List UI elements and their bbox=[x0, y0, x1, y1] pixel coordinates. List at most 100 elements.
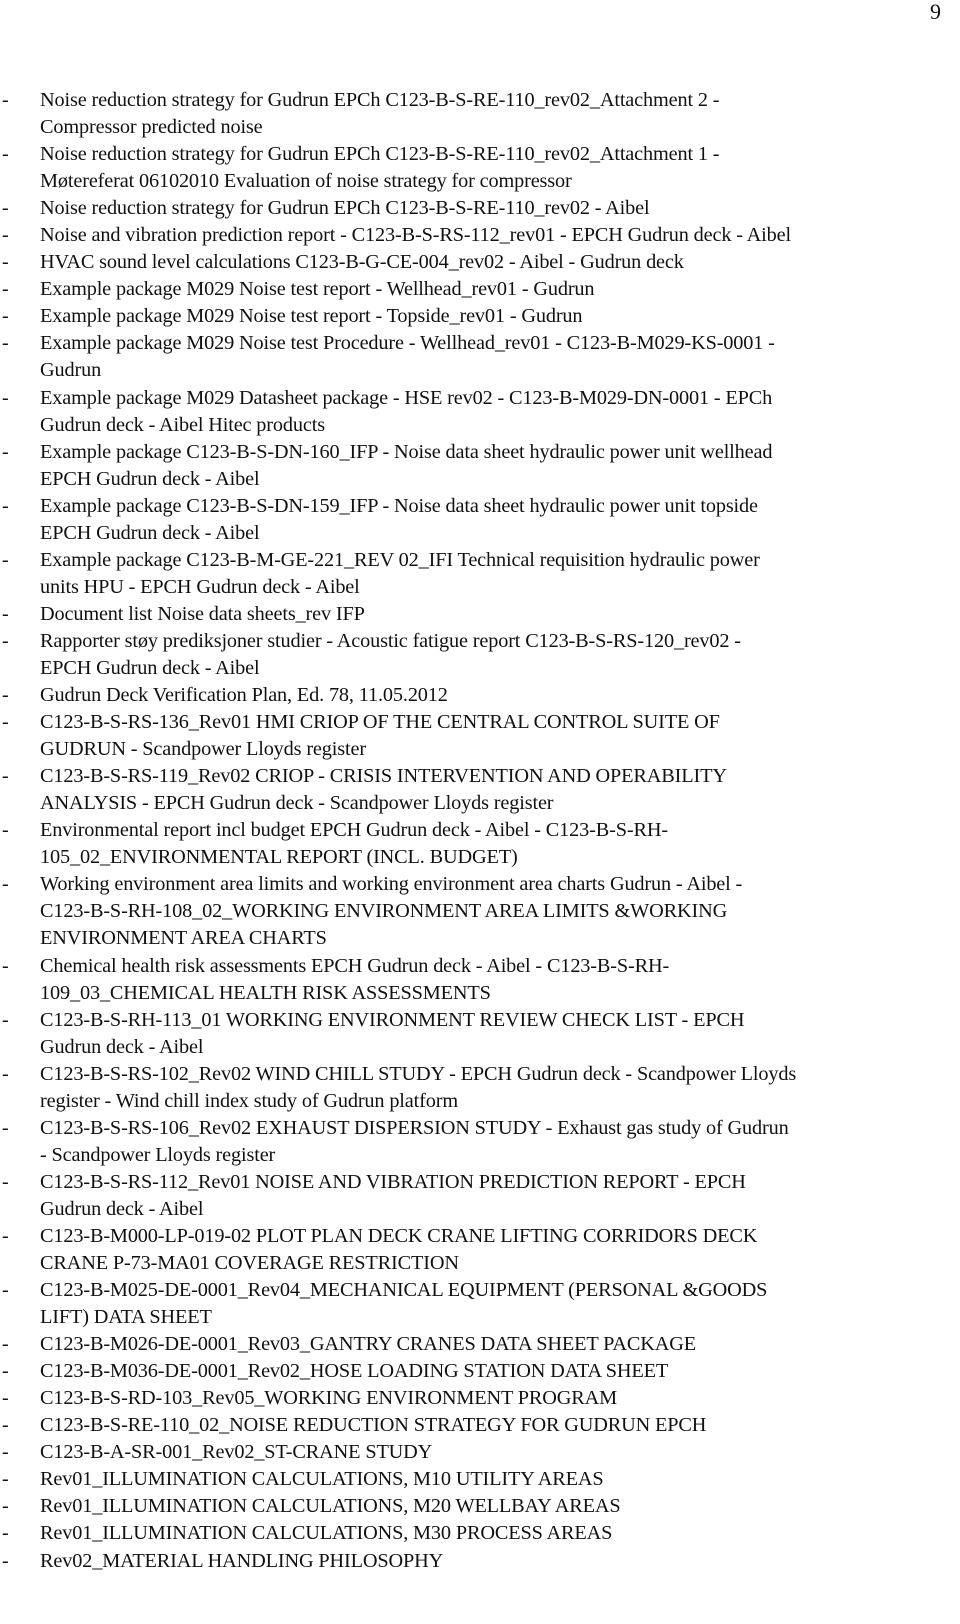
list-item-text-line: Møtereferat 06102010 Evaluation of noise… bbox=[40, 170, 572, 193]
list-item: - Example package C123-B-S-DN-159_IFP - N… bbox=[0, 493, 960, 547]
list-bullet-dash: - bbox=[2, 873, 9, 896]
list-item-text-line: C123-B-S-RS-106_Rev02 EXHAUST DISPERSION… bbox=[40, 1116, 789, 1139]
list-item: - C123-B-S-RS-106_Rev02 EXHAUST DISPERSIO… bbox=[0, 1115, 960, 1169]
list-item-text-line: Rapporter støy prediksjoner studier - Ac… bbox=[40, 629, 741, 652]
list-item-text-line: Gudrun deck - Aibel bbox=[40, 1035, 204, 1058]
list-bullet-dash: - bbox=[2, 954, 9, 977]
list-bullet-dash: - bbox=[2, 251, 9, 274]
list-item-text-line: 109_03_CHEMICAL HEALTH RISK ASSESSMENTS bbox=[40, 981, 491, 1004]
list-bullet-dash: - bbox=[2, 711, 9, 734]
list-item-text-line: EPCH Gudrun deck - Aibel bbox=[40, 467, 260, 490]
list-bullet-dash: - bbox=[2, 89, 9, 111]
list-item: - Gudrun Deck Verification Plan, Ed. 78, … bbox=[0, 682, 960, 709]
list-item-text-line: units HPU - EPCH Gudrun deck - Aibel bbox=[40, 575, 360, 598]
list-item-text-line: GUDRUN - Scandpower Lloyds register bbox=[40, 738, 366, 761]
list-bullet-dash: - bbox=[2, 1224, 9, 1247]
list-item: - Noise reduction strategy for Gudrun EPC… bbox=[0, 87, 960, 141]
list-item-text-line: Example package M029 Noise test report -… bbox=[40, 305, 583, 328]
list-bullet-dash: - bbox=[2, 629, 9, 652]
list-item: - Example package C123-B-S-DN-160_IFP - N… bbox=[0, 439, 960, 493]
list-item: - C123-B-M026-DE-0001_Rev03_GANTRY CRANES… bbox=[0, 1331, 960, 1358]
page-number: 9 bbox=[930, 0, 941, 24]
list-bullet-dash: - bbox=[2, 224, 9, 247]
list-bullet-dash: - bbox=[2, 1062, 9, 1085]
list-item-text-line: Example package C123-B-S-DN-160_IFP - No… bbox=[40, 440, 773, 463]
list-bullet-dash: - bbox=[2, 197, 9, 220]
list-item-text-line: ENVIRONMENT AREA CHARTS bbox=[40, 927, 327, 950]
list-item: - HVAC sound level calculations C123-B-G-… bbox=[0, 249, 960, 276]
list-item: - Noise and vibration prediction report -… bbox=[0, 222, 960, 249]
list-bullet-dash: - bbox=[2, 1279, 9, 1302]
list-item-text-line: C123-B-M026-DE-0001_Rev03_GANTRY CRANES … bbox=[40, 1333, 696, 1356]
list-item: - C123-B-S-RD-103_Rev05_WORKING ENVIRONME… bbox=[0, 1385, 960, 1412]
list-item-text-line: Example package M029 Noise test Procedur… bbox=[40, 332, 775, 355]
list-item: - Rev01_ILLUMINATION CALCULATIONS, M30 PR… bbox=[0, 1520, 960, 1547]
list-item-text-line: Rev02_MATERIAL HANDLING PHILOSOPHY bbox=[40, 1549, 444, 1572]
list-bullet-dash: - bbox=[2, 602, 9, 625]
list-bullet-dash: - bbox=[2, 1116, 9, 1139]
list-item: - Rev01_ILLUMINATION CALCULATIONS, M10 UT… bbox=[0, 1466, 960, 1493]
list-bullet-dash: - bbox=[2, 332, 9, 355]
list-item-text-line: Rev01_ILLUMINATION CALCULATIONS, M20 WEL… bbox=[40, 1495, 621, 1518]
list-item-text-line: ANALYSIS - EPCH Gudrun deck - Scandpower… bbox=[40, 792, 554, 815]
list-bullet-dash: - bbox=[2, 440, 9, 463]
list-item: - C123-B-S-RH-113_01 WORKING ENVIRONMENT … bbox=[0, 1007, 960, 1061]
list-item-text-line: Noise reduction strategy for Gudrun EPCh… bbox=[40, 197, 650, 220]
list-bullet-dash: - bbox=[2, 1414, 9, 1437]
list-item-text-line: Noise reduction strategy for Gudrun EPCh… bbox=[40, 143, 720, 166]
list-item: - Noise reduction strategy for Gudrun EPC… bbox=[0, 141, 960, 195]
list-item-text-line: C123-B-S-RE-110_02_NOISE REDUCTION STRAT… bbox=[40, 1414, 707, 1437]
list-item: - Example package M029 Datasheet package … bbox=[0, 385, 960, 439]
list-bullet-dash: - bbox=[2, 765, 9, 788]
list-item: - Environmental report incl budget EPCH G… bbox=[0, 817, 960, 871]
list-bullet-dash: - bbox=[2, 386, 9, 409]
list-item-text-line: Gudrun bbox=[40, 359, 102, 382]
list-item: - Example package M029 Noise test report … bbox=[0, 303, 960, 330]
list-item-text-line: Gudrun deck - Aibel bbox=[40, 1197, 204, 1220]
list-item-text-line: Example package C123-B-M-GE-221_REV 02_I… bbox=[40, 548, 760, 571]
list-item: - Rev01_ILLUMINATION CALCULATIONS, M20 WE… bbox=[0, 1493, 960, 1520]
list-item: - Rapporter støy prediksjoner studier - A… bbox=[0, 628, 960, 682]
list-item: - C123-B-S-RS-136_Rev01 HMI CRIOP OF THE … bbox=[0, 709, 960, 763]
list-item-text-line: C123-B-S-RS-102_Rev02 WIND CHILL STUDY -… bbox=[40, 1062, 797, 1085]
list-bullet-dash: - bbox=[2, 684, 9, 707]
list-item-text-line: Noise reduction strategy for Gudrun EPCh… bbox=[40, 89, 720, 111]
list-item: - Example package C123-B-M-GE-221_REV 02_… bbox=[0, 547, 960, 601]
list-item-text-line: Example package C123-B-S-DN-159_IFP - No… bbox=[40, 494, 758, 517]
list-item-text-line: HVAC sound level calculations C123-B-G-C… bbox=[40, 251, 684, 274]
list-item-text-line: Chemical health risk assessments EPCH Gu… bbox=[40, 954, 670, 977]
list-item-text-line: Example package M029 Noise test report -… bbox=[40, 278, 595, 301]
list-item: - C123-B-S-RS-119_Rev02 CRIOP - CRISIS IN… bbox=[0, 763, 960, 817]
list-bullet-dash: - bbox=[2, 1522, 9, 1545]
list-bullet-dash: - bbox=[2, 494, 9, 517]
list-item-text-line: C123-B-S-RH-108_02_WORKING ENVIRONMENT A… bbox=[40, 900, 728, 923]
list-item: - C123-B-S-RS-112_Rev01 NOISE AND VIBRATI… bbox=[0, 1169, 960, 1223]
list-bullet-dash: - bbox=[2, 1495, 9, 1518]
list-item: - Working environment area limits and wor… bbox=[0, 871, 960, 952]
list-item-text-line: Example package M029 Datasheet package -… bbox=[40, 386, 773, 409]
list-item: - C123-B-A-SR-001_Rev02_ST-CRANE STUDY bbox=[0, 1439, 960, 1466]
list-item-text-line: C123-B-S-RS-112_Rev01 NOISE AND VIBRATIO… bbox=[40, 1170, 746, 1193]
list-item-text-line: C123-B-A-SR-001_Rev02_ST-CRANE STUDY bbox=[40, 1441, 433, 1464]
list-item-text-line: EPCH Gudrun deck - Aibel bbox=[40, 521, 260, 544]
document-reference-list: - Noise reduction strategy for Gudrun EPC… bbox=[0, 87, 960, 1575]
list-item-text-line: Gudrun deck - Aibel Hitec products bbox=[40, 413, 325, 436]
list-item: - Noise reduction strategy for Gudrun EPC… bbox=[0, 195, 960, 222]
list-bullet-dash: - bbox=[2, 1468, 9, 1491]
list-bullet-dash: - bbox=[2, 1441, 9, 1464]
list-item-text-line: Environmental report incl budget EPCH Gu… bbox=[40, 819, 668, 842]
list-item-text-line: C123-B-M025-DE-0001_Rev04_MECHANICAL EQU… bbox=[40, 1279, 768, 1302]
list-bullet-dash: - bbox=[2, 1549, 9, 1572]
list-item-text-line: Rev01_ILLUMINATION CALCULATIONS, M10 UTI… bbox=[40, 1468, 604, 1491]
list-item: - Example package M029 Noise test Procedu… bbox=[0, 330, 960, 384]
list-bullet-dash: - bbox=[2, 278, 9, 301]
list-item-text-line: C123-B-M000-LP-019-02 PLOT PLAN DECK CRA… bbox=[40, 1224, 758, 1247]
list-item-text-line: C123-B-S-RH-113_01 WORKING ENVIRONMENT R… bbox=[40, 1008, 745, 1031]
list-bullet-dash: - bbox=[2, 1387, 9, 1410]
list-bullet-dash: - bbox=[2, 819, 9, 842]
list-item-text-line: LIFT) DATA SHEET bbox=[40, 1306, 212, 1329]
list-item-text-line: 105_02_ENVIRONMENTAL REPORT (INCL. BUDGE… bbox=[40, 846, 518, 869]
list-bullet-dash: - bbox=[2, 548, 9, 571]
list-item-text-line: CRANE P-73-MA01 COVERAGE RESTRICTION bbox=[40, 1252, 459, 1275]
list-bullet-dash: - bbox=[2, 1333, 9, 1356]
